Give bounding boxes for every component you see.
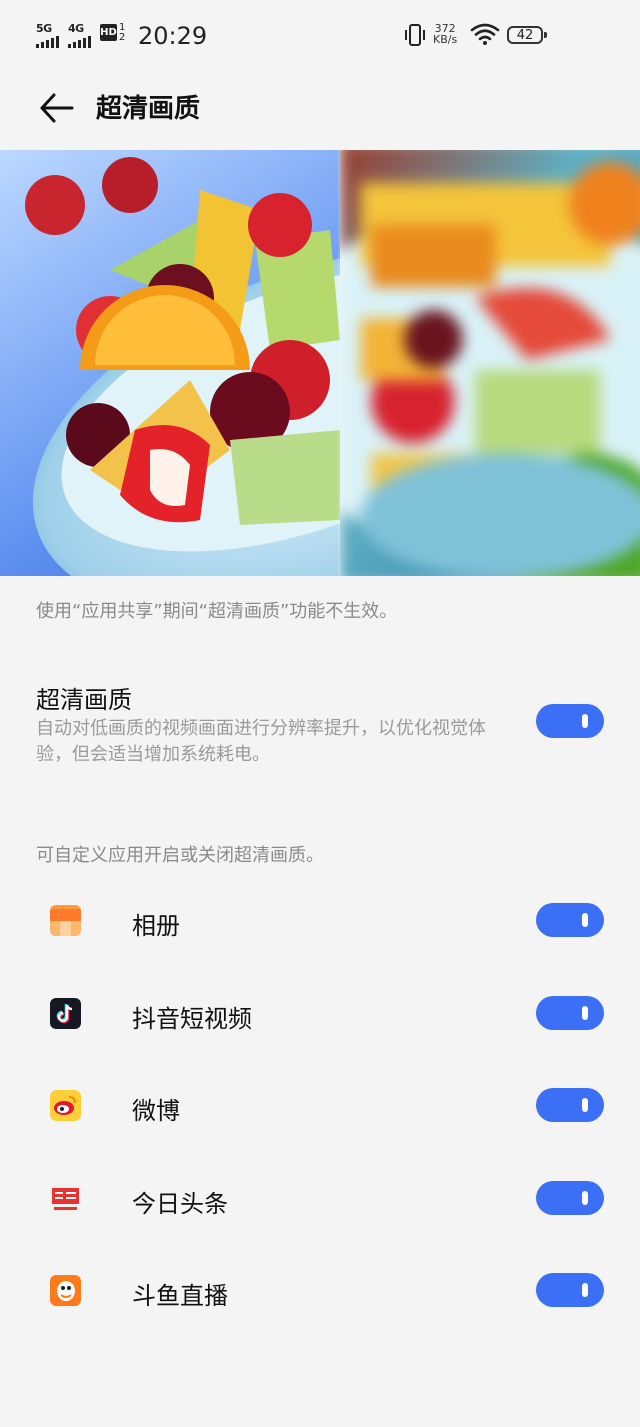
douyu-icon — [50, 1275, 81, 1306]
super-hd-setting-title: 超清画质 — [36, 686, 132, 714]
back-arrow-icon[interactable] — [38, 90, 78, 126]
network-speed-unit: KB/s — [433, 33, 458, 46]
weibo-icon — [50, 1090, 81, 1121]
toggle-knob — [582, 1283, 588, 1297]
page-title: 超清画质 — [96, 94, 201, 124]
app-toggle[interactable] — [536, 1273, 604, 1307]
network-type-label: 5G — [36, 22, 52, 35]
signal-icon — [68, 36, 91, 48]
toggle-knob — [582, 1006, 588, 1020]
fruit-bowl-image-blurred — [340, 150, 640, 576]
app-row-douyu[interactable]: 斗鱼直播 — [0, 1249, 640, 1341]
signal-icon — [36, 36, 59, 48]
app-name: 抖音短视频 — [132, 1005, 252, 1033]
low-quality-half — [340, 150, 640, 576]
app-toggle[interactable] — [536, 1088, 604, 1122]
wifi-icon — [470, 23, 500, 45]
super-hd-setting-description: 自动对低画质的视频画面进行分辨率提升，以优化视觉体验，但会适当增加系统耗电。 — [36, 718, 486, 765]
app-row-toutiao[interactable]: 今日头条 — [0, 1157, 640, 1249]
toggle-knob — [582, 1098, 588, 1112]
fruit-bowl-image — [0, 150, 340, 576]
network-type-label: 4G — [68, 22, 84, 35]
vibrate-icon — [405, 24, 425, 46]
app-share-notice: 使用“应用共享”期间“超清画质”功能不生效。 — [36, 601, 398, 622]
douyin-icon — [50, 998, 81, 1029]
battery-level: 42 — [516, 28, 534, 43]
app-row-douyin[interactable]: 抖音短视频 — [0, 972, 640, 1064]
toggle-knob — [582, 1191, 588, 1205]
app-toggle[interactable] — [536, 1181, 604, 1215]
app-row-gallery[interactable]: 相册 — [0, 879, 640, 971]
toggle-knob — [582, 913, 588, 927]
network-speed: 372 KB/s — [433, 23, 457, 45]
status-bar: 5G 4G HD 1 2 20:29 372 KB/s 42 — [0, 0, 640, 72]
hd-sim-numbers: 1 2 — [119, 23, 125, 43]
toggle-knob — [582, 714, 588, 728]
hd-voice-icon: HD — [100, 24, 117, 41]
gallery-icon — [50, 905, 81, 936]
comparison-preview-image — [0, 150, 640, 576]
app-name: 今日头条 — [132, 1190, 228, 1218]
battery-icon: 42 — [507, 26, 547, 44]
app-toggle[interactable] — [536, 903, 604, 937]
app-row-weibo[interactable]: 微博 — [0, 1064, 640, 1156]
app-name: 微博 — [132, 1097, 180, 1125]
super-hd-toggle[interactable] — [536, 704, 604, 738]
original-quality-half — [0, 150, 340, 576]
clock: 20:29 — [138, 22, 208, 50]
hd-sim-number: 2 — [119, 32, 126, 43]
comparison-divider — [338, 150, 340, 576]
toutiao-icon — [50, 1183, 81, 1214]
app-name: 斗鱼直播 — [132, 1282, 228, 1310]
apps-section-note: 可自定义应用开启或关闭超清画质。 — [36, 845, 324, 866]
app-toggle[interactable] — [536, 996, 604, 1030]
app-name: 相册 — [132, 912, 180, 940]
